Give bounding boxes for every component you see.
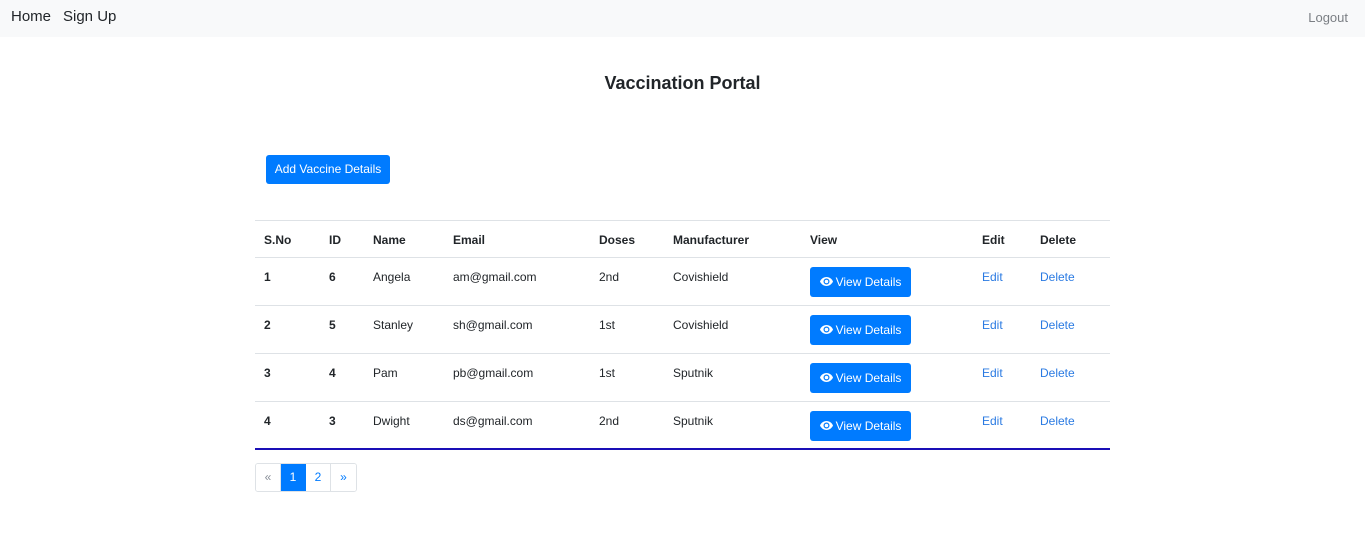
- cell-sno: 2: [264, 318, 271, 332]
- cell-name: Angela: [373, 270, 411, 284]
- header-name: Name: [373, 233, 406, 247]
- cell-manufacturer: Sputnik: [673, 366, 714, 380]
- cell-id: 5: [329, 318, 336, 332]
- header-manufacturer: Manufacturer: [673, 233, 750, 247]
- cell-manufacturer: Sputnik: [673, 414, 714, 428]
- table-header-row: S.No ID Name Email Doses Manufacturer Vi…: [255, 221, 1110, 258]
- top-navbar: Home Sign Up Logout: [0, 0, 1365, 37]
- eye-icon: [819, 267, 833, 297]
- cell-manufacturer: Covishield: [673, 270, 729, 284]
- table-body: 1 6 Angela am@gmail.com 2nd Covishield View De…: [255, 258, 1110, 450]
- nav-home-link[interactable]: Home: [11, 8, 51, 25]
- pagination-prev[interactable]: «: [256, 464, 281, 491]
- header-delete: Delete: [1040, 233, 1077, 247]
- cell-email: ds@gmail.com: [453, 414, 533, 428]
- cell-email: am@gmail.com: [453, 270, 537, 284]
- header-doses: Doses: [599, 233, 636, 247]
- cell-doses: 2nd: [599, 414, 620, 428]
- cell-sno: 3: [264, 366, 271, 380]
- cell-id: 4: [329, 366, 336, 380]
- pagination: « 1 2 »: [255, 463, 357, 492]
- eye-icon: [819, 411, 833, 441]
- edit-link[interactable]: Edit: [982, 318, 1003, 332]
- delete-link[interactable]: Delete: [1040, 318, 1075, 332]
- header-sno: S.No: [264, 233, 292, 247]
- cell-id: 6: [329, 270, 336, 284]
- edit-link[interactable]: Edit: [982, 366, 1003, 380]
- pagination-page-2[interactable]: 2: [306, 464, 331, 491]
- table-row: 3 4 Pam pb@gmail.com 1st Sputnik View Details E…: [255, 354, 1110, 402]
- pagination-page-1[interactable]: 1: [281, 464, 306, 491]
- cell-name: Pam: [373, 366, 398, 380]
- table-row: 1 6 Angela am@gmail.com 2nd Covishield View De…: [255, 258, 1110, 306]
- cell-doses: 1st: [599, 366, 616, 380]
- eye-icon: [819, 315, 833, 345]
- cell-doses: 1st: [599, 318, 616, 332]
- cell-sno: 4: [264, 414, 271, 428]
- cell-manufacturer: Covishield: [673, 318, 729, 332]
- table-row: 4 3 Dwight ds@gmail.com 2nd Sputnik View Detai…: [255, 402, 1110, 450]
- vaccine-table: S.No ID Name Email Doses Manufacturer Vi…: [255, 220, 1110, 450]
- cell-name: Stanley: [373, 318, 414, 332]
- cell-name: Dwight: [373, 414, 410, 428]
- edit-link[interactable]: Edit: [982, 270, 1003, 284]
- cell-email: sh@gmail.com: [453, 318, 533, 332]
- header-id: ID: [329, 233, 341, 247]
- eye-icon: [819, 363, 833, 393]
- cell-id: 3: [329, 414, 336, 428]
- delete-link[interactable]: Delete: [1040, 366, 1075, 380]
- page-title: Vaccination Portal: [604, 73, 761, 93]
- add-vaccine-details-button[interactable]: Add Vaccine Details: [266, 155, 390, 184]
- logout-link[interactable]: Logout: [1308, 10, 1348, 25]
- delete-link[interactable]: Delete: [1040, 414, 1075, 428]
- edit-link[interactable]: Edit: [982, 414, 1003, 428]
- view-details-label: View Details: [835, 371, 902, 385]
- header-view: View: [810, 233, 838, 247]
- view-details-button[interactable]: View Details: [810, 315, 911, 345]
- view-details-button[interactable]: View Details: [810, 363, 911, 393]
- view-details-label: View Details: [835, 419, 902, 433]
- table-row: 2 5 Stanley sh@gmail.com 1st Covishield View D…: [255, 306, 1110, 354]
- delete-link[interactable]: Delete: [1040, 270, 1075, 284]
- cell-email: pb@gmail.com: [453, 366, 534, 380]
- cell-doses: 2nd: [599, 270, 620, 284]
- pagination-next[interactable]: »: [331, 464, 356, 491]
- view-details-label: View Details: [835, 323, 902, 337]
- view-details-label: View Details: [835, 275, 902, 289]
- nav-signup-link[interactable]: Sign Up: [63, 8, 116, 25]
- view-details-button[interactable]: View Details: [810, 411, 911, 441]
- cell-sno: 1: [264, 270, 271, 284]
- header-edit: Edit: [982, 233, 1005, 247]
- view-details-button[interactable]: View Details: [810, 267, 911, 297]
- header-email: Email: [453, 233, 486, 247]
